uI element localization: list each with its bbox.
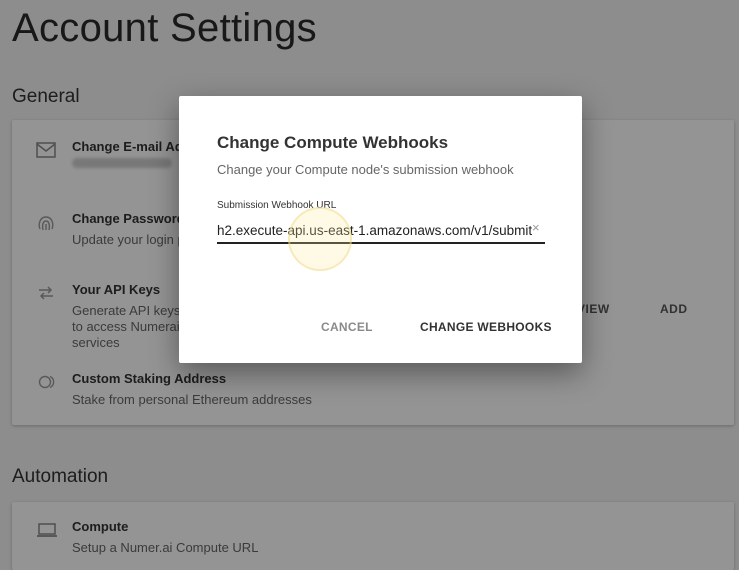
clear-icon[interactable]: × [532,220,540,235]
dialog-subtitle: Change your Compute node's submission we… [217,162,514,177]
change-webhooks-button[interactable]: CHANGE WEBHOOKS [420,320,552,334]
change-webhooks-dialog: Change Compute Webhooks Change your Comp… [179,96,582,363]
cancel-button[interactable]: CANCEL [321,320,373,334]
dialog-title: Change Compute Webhooks [217,133,449,152]
webhook-url-label: Submission Webhook URL [217,200,337,211]
webhook-url-input[interactable] [217,218,545,244]
